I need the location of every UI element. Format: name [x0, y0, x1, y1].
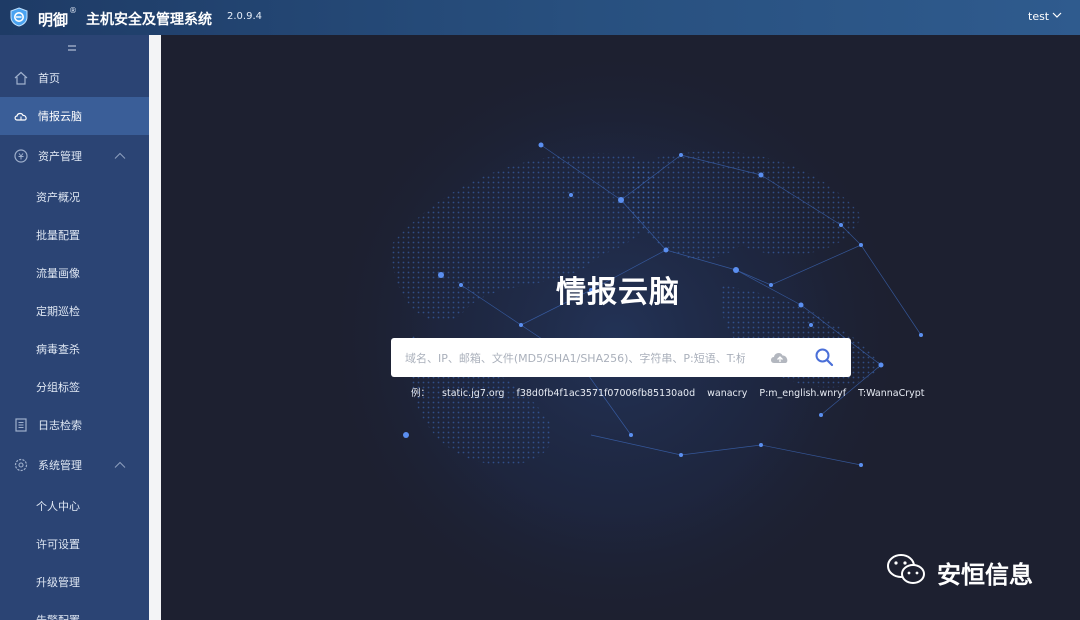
sidebar-subitem-scheduled-inspection[interactable]: 定期巡检	[0, 292, 149, 330]
sidebar-subitem-label: 分组标签	[36, 381, 80, 394]
sidebar-item-intelligence-cloud[interactable]: 情报云脑	[0, 97, 149, 135]
example-link[interactable]: wanacry	[707, 388, 747, 399]
sidebar-subitem-asset-overview[interactable]: 资产概况	[0, 178, 149, 216]
sidebar-subitem-virus-scan[interactable]: 病毒查杀	[0, 330, 149, 368]
sidebar-item-label: 情报云脑	[38, 110, 82, 123]
sidebar-subitem-license-settings[interactable]: 许可设置	[0, 525, 149, 563]
sidebar-subitem-personal-center[interactable]: 个人中心	[0, 487, 149, 525]
sidebar-subitem-traffic-profile[interactable]: 流量画像	[0, 254, 149, 292]
version-label: 2.0.9.4	[227, 11, 262, 22]
sidebar-subitem-label: 告警配置	[36, 612, 80, 620]
sidebar-item-home[interactable]: 首页	[0, 59, 149, 97]
sidebar-subitem-label: 批量配置	[36, 229, 80, 242]
asset-icon	[14, 149, 28, 163]
sidebar-subitem-batch-config[interactable]: 批量配置	[0, 216, 149, 254]
sidebar-subitem-alert-config[interactable]: 告警配置	[0, 601, 149, 620]
cloud-upload-icon[interactable]	[769, 348, 791, 368]
log-icon	[15, 418, 27, 432]
sidebar-item-label: 资产管理	[38, 150, 82, 163]
example-link[interactable]: static.jg7.org	[442, 388, 504, 399]
chevron-down-icon[interactable]	[1052, 10, 1062, 20]
wechat-icon	[887, 554, 925, 584]
sidebar-item-label: 日志检索	[38, 419, 82, 432]
example-link[interactable]: T:WannaCrypt	[858, 388, 924, 399]
examples-label: 例：	[411, 388, 431, 399]
chevron-up-icon	[114, 461, 126, 468]
sidebar-divider	[149, 35, 161, 620]
brand-registered-mark: ®	[69, 6, 77, 15]
chevron-up-icon	[114, 152, 126, 159]
shield-logo-icon	[10, 7, 28, 27]
home-icon	[14, 71, 28, 85]
user-menu[interactable]: test	[1028, 10, 1049, 23]
search-box	[391, 338, 851, 377]
menu-collapse-icon[interactable]	[67, 43, 77, 53]
example-link[interactable]: f38d0fb4f1ac3571f07006fb85130a0d	[517, 388, 696, 399]
sidebar-subitem-label: 流量画像	[36, 267, 80, 280]
sidebar-subitem-group-tags[interactable]: 分组标签	[0, 368, 149, 406]
sidebar-subitem-label: 病毒查杀	[36, 343, 80, 356]
example-link[interactable]: P:m_english.wnryf	[759, 388, 846, 399]
sidebar-item-label: 系统管理	[38, 459, 82, 472]
cloud-icon	[14, 112, 27, 121]
page-title: 情报云脑	[556, 275, 680, 310]
sidebar-subitem-label: 定期巡检	[36, 305, 80, 318]
search-icon[interactable]	[814, 347, 834, 367]
sidebar-subitem-upgrade-management[interactable]: 升级管理	[0, 563, 149, 601]
system-title: 主机安全及管理系统	[86, 12, 212, 28]
sidebar-item-asset-management[interactable]: 资产管理	[0, 137, 149, 175]
search-input[interactable]	[405, 348, 745, 368]
sidebar-item-system-management[interactable]: 系统管理	[0, 446, 149, 484]
sidebar-subitem-label: 个人中心	[36, 500, 80, 513]
gear-icon	[14, 458, 28, 472]
sidebar-subitem-label: 资产概况	[36, 191, 80, 204]
search-examples: 例： static.jg7.org f38d0fb4f1ac3571f07006…	[411, 385, 934, 399]
sidebar-subitem-label: 许可设置	[36, 538, 80, 551]
sidebar-item-log-search[interactable]: 日志检索	[0, 406, 149, 444]
globe-network-background	[316, 50, 923, 620]
brand-name: 明御	[38, 11, 69, 29]
sidebar-item-label: 首页	[38, 72, 60, 85]
top-bar: 明御 ® 主机安全及管理系统 2.0.9.4 test	[0, 0, 1080, 35]
sidebar: 首页 情报云脑 资产管理 资产概况 批量配置 流量画像 定期巡检 病毒查杀 分组…	[0, 35, 149, 620]
watermark-text: 安恒信息	[937, 561, 1033, 589]
main-content: 情报云脑 例： static.jg7.org f38d0fb4f1ac3571f…	[161, 35, 1080, 620]
sidebar-subitem-label: 升级管理	[36, 576, 80, 589]
